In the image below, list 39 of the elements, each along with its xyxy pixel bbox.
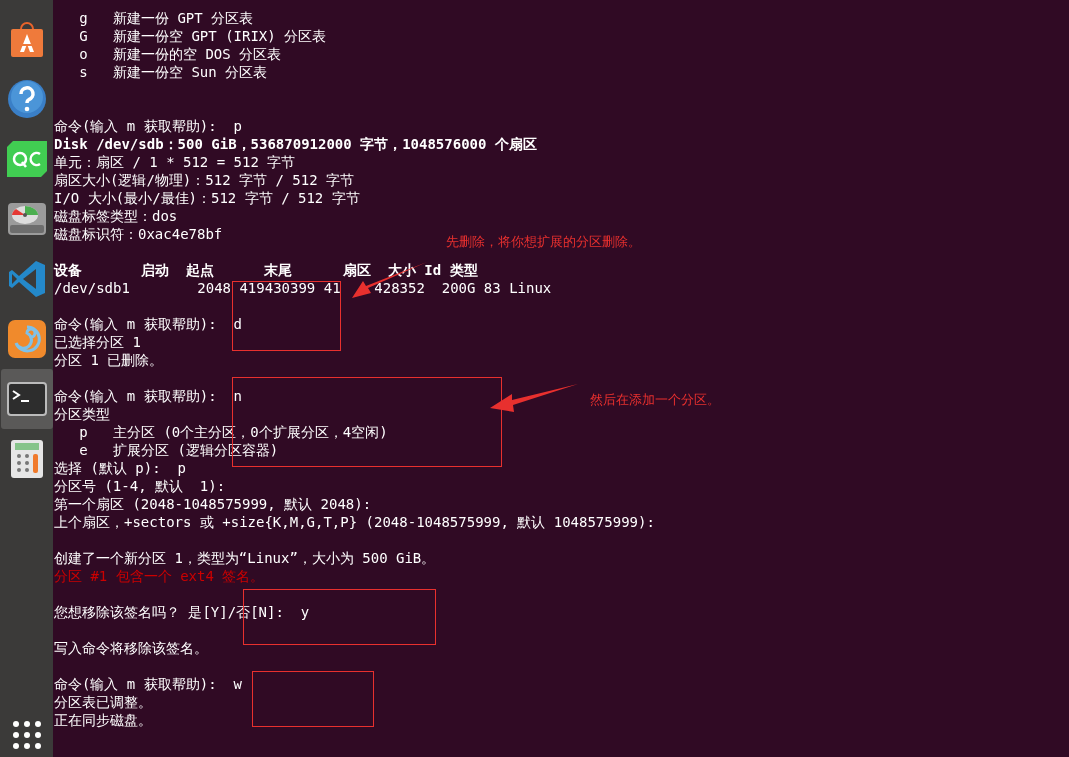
terminal-line: I/O 大小(最小/最佳)：512 字节 / 512 字节 (54, 190, 360, 206)
terminal-line: 第一个扇区 (2048-1048575999, 默认 2048): (54, 496, 372, 512)
error-line: 分区 #1 包含一个 ext4 签名。 (54, 568, 265, 584)
help-icon (6, 79, 47, 119)
terminal-line: 磁盘标签类型：dos (54, 208, 178, 224)
terminal-line: o 新建一份的空 DOS 分区表 (78, 46, 282, 62)
terminal-heading: Disk /dev/sdb：500 GiB，536870912000 字节，1048576000 个扇区 (54, 136, 537, 152)
terminal-line: 命令(输入 m 获取帮助): p (54, 118, 242, 134)
terminal-line: /dev/sdb1 2048 419430399 41 (54, 280, 341, 296)
terminal-line: 分区表已调整。 (54, 694, 152, 710)
qc-logo-icon (6, 141, 47, 177)
terminal-line: 磁盘标识符：0xac4e78bf (54, 226, 223, 242)
terminal-line: 已选择分区 1 (54, 334, 141, 350)
terminal-line: 分区类型 (54, 406, 110, 422)
calculator-icon (9, 439, 44, 479)
terminal-icon (6, 382, 47, 416)
terminal-line: 428352 200G 83 Linux (374, 280, 552, 296)
terminal-line: 写入命令将移除该签名。 (54, 640, 208, 656)
terminal-line: 创建了一个新分区 1，类型为“Linux”，大小为 500 GiB。 (54, 550, 436, 566)
terminal-line: 命令(输入 m 获取帮助): n (54, 388, 242, 404)
terminal-line: 命令(输入 m 获取帮助): w (54, 676, 242, 692)
terminal-line: 选择 (默认 p): p (54, 460, 186, 476)
terminal-line: G 新建一份空 GPT (IRIX) 分区表 (78, 28, 327, 44)
terminal-line: s 新建一份空 Sun 分区表 (78, 64, 268, 80)
annotation-text: 先删除，将你想扩展的分区删除。 (446, 233, 641, 251)
terminal-line: 命令(输入 m 获取帮助): d (54, 316, 242, 332)
terminal-line: 单元：扇区 / 1 * 512 = 512 字节 (54, 154, 296, 170)
terminal-line: 分区 1 已删除。 (54, 352, 164, 368)
terminal-line: 正在同步磁盘。 (54, 712, 152, 728)
code-editor-icon (6, 259, 47, 299)
swirl-icon (6, 319, 47, 359)
terminal-line: g 新建一份 GPT 分区表 (78, 10, 254, 26)
app-grid-icon (11, 720, 42, 750)
annotation-text: 然后在添加一个分区。 (590, 391, 720, 409)
terminal-line: 上个扇区，+sectors 或 +size{K,M,G,T,P} (2048-1048575999, 默认 1048575999): (54, 514, 655, 530)
dock-item[interactable] (0, 369, 53, 429)
terminal-heading: 设备 启动 起点 末尾 扇区 大小 Id 类型 (54, 262, 478, 278)
terminal-line: 分区号 (1-4, 默认 1): (54, 478, 226, 494)
terminal-line: 扇区大小(逻辑/物理)：512 字节 / 512 字节 (54, 172, 354, 188)
